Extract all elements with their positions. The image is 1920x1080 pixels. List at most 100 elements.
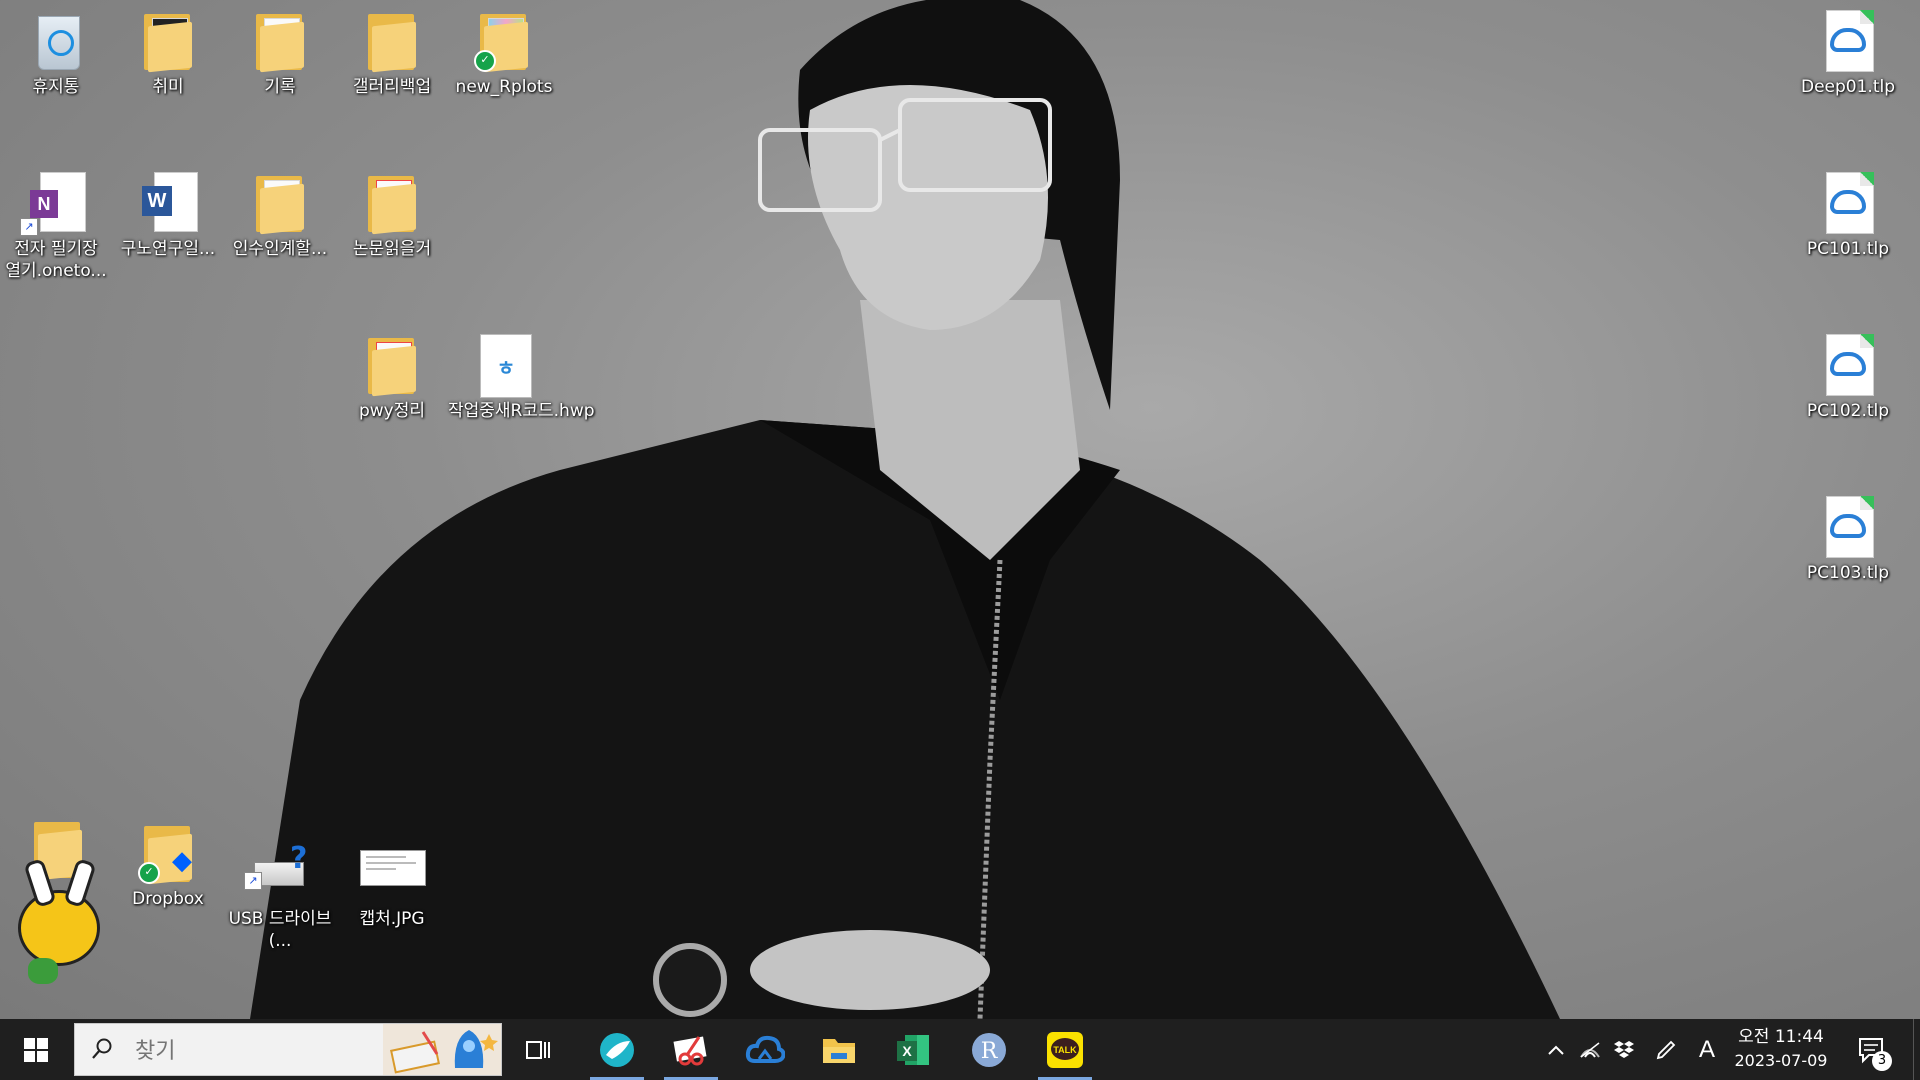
icon-label: 인수인계할... [232, 239, 328, 259]
show-desktop-button[interactable] [1913, 1019, 1920, 1080]
icon-label: PC101.tlp [1806, 239, 1890, 259]
desktop-icon-word-doc[interactable]: W 구노연구일... [116, 170, 220, 260]
dropbox-folder-icon: ◆ ✓ [136, 820, 200, 885]
folder-icon [360, 170, 424, 235]
icon-label: 취미 [152, 77, 184, 97]
search-icon [92, 1038, 112, 1059]
tlp-file-icon [1816, 494, 1880, 558]
ime-label: A [1698, 1035, 1715, 1063]
sync-check-icon: ✓ [138, 862, 160, 884]
desktop-icon-onenote-shortcut[interactable]: N ↗ 전자 필기장 열기.oneto... [4, 170, 108, 282]
recycle-bin-icon [24, 8, 88, 72]
desktop-icon-recycle-bin[interactable]: 휴지통 [4, 8, 108, 98]
tlp-file-icon [1816, 332, 1880, 396]
taskbar-app-excel[interactable]: X [882, 1019, 944, 1080]
show-hidden-icons-button[interactable] [1542, 1019, 1570, 1080]
desktop-icon-dropbox[interactable]: ◆ ✓ Dropbox [116, 820, 220, 910]
windows-logo-icon [24, 1037, 48, 1062]
desktop-icon-tlp-pc102[interactable]: PC102.tlp [1796, 332, 1900, 422]
action-center-button[interactable]: 3 [1852, 1019, 1892, 1080]
icon-label: Deep01.tlp [1800, 77, 1895, 97]
taskbar-app-bird[interactable] [586, 1019, 648, 1080]
desktop-icon-kakao-character[interactable] [4, 820, 108, 990]
image-file-icon [360, 840, 426, 904]
file-explorer-icon [823, 1038, 855, 1063]
shortcut-arrow-icon: ↗ [20, 218, 38, 236]
clock-time: 오전 11:44 [1738, 1027, 1824, 1047]
chevron-up-icon [1548, 1045, 1564, 1055]
icon-label: 논문읽을거 [352, 239, 432, 259]
icon-label: 갤러리백업 [352, 77, 432, 97]
wifi-icon [1580, 1041, 1600, 1058]
folder-icon [360, 8, 424, 73]
desktop-icon-folder-paper-reading[interactable]: 논문읽을거 [340, 170, 444, 260]
dropbox-tray-button[interactable] [1610, 1019, 1638, 1080]
word-doc-icon: W [136, 170, 200, 234]
usb-drive-icon: ? ↗ [244, 840, 312, 904]
folder-icon [360, 332, 424, 397]
taskbar-app-snipping[interactable] [660, 1019, 722, 1080]
folder-icon [136, 8, 200, 73]
pen-icon [1656, 1040, 1676, 1059]
desktop-icon-folder-pwy[interactable]: pwy정리 [340, 332, 444, 422]
folder-icon [248, 170, 312, 235]
shortcut-arrow-icon: ↗ [244, 872, 262, 890]
clock-date: 2023-07-09 [1734, 1051, 1828, 1070]
ime-language-button[interactable]: A [1692, 1019, 1722, 1080]
taskbar-app-r[interactable]: R [958, 1019, 1020, 1080]
taskbar-app-cloud[interactable] [734, 1019, 796, 1080]
desktop-icon-usb-drive[interactable]: ? ↗ USB 드라이브 (... [228, 840, 332, 952]
icon-label: 휴지통 [32, 77, 80, 97]
desktop-icon-folder-handover[interactable]: 인수인계할... [228, 170, 332, 260]
tlp-file-icon [1816, 8, 1880, 72]
desktop-icon-folder-hobby[interactable]: 취미 [116, 8, 220, 98]
taskbar-app-explorer[interactable] [808, 1019, 870, 1080]
desktop-icon-folder-gallery-backup[interactable]: 갤러리백업 [340, 8, 444, 98]
taskbar-clock[interactable]: 오전 11:44 2023-07-09 [1726, 1025, 1836, 1073]
onenote-icon: N ↗ [20, 170, 88, 236]
desktop-icon-tlp-pc103[interactable]: PC103.tlp [1796, 494, 1900, 584]
desktop-icon-tlp-pc101[interactable]: PC101.tlp [1796, 170, 1900, 260]
desktop-icon-hwp-doc[interactable]: ㅎ 작업중새R코드.hwp [448, 332, 595, 422]
icon-label: 구노연구일... [120, 239, 216, 259]
desktop-icon-folder-record[interactable]: 기록 [228, 8, 332, 98]
task-view-button[interactable] [508, 1019, 570, 1080]
icon-label: new_Rplots [455, 77, 553, 97]
icon-label: PC103.tlp [1806, 563, 1890, 583]
icon-label: PC102.tlp [1806, 401, 1890, 421]
hwp-doc-icon: ㅎ [472, 332, 536, 398]
taskbar-app-kakaotalk[interactable]: TALK [1034, 1019, 1096, 1080]
desktop[interactable]: 휴지통 취미 기록 갤러리백업 ✓ new_Rplots N ↗ 전자 필기장 [0, 0, 1920, 1019]
svg-text:X: X [902, 1043, 912, 1059]
icon-label: 캡처.JPG [359, 909, 425, 929]
icon-label: 기록 [264, 77, 296, 97]
pen-ink-button[interactable] [1652, 1019, 1680, 1080]
kakaotalk-icon: TALK [1047, 1031, 1083, 1068]
notification-count-badge: 3 [1872, 1051, 1892, 1071]
icon-label: Dropbox [132, 889, 204, 909]
cloud-app-icon [745, 1035, 785, 1063]
desktop-icon-tlp-deep01[interactable]: Deep01.tlp [1796, 8, 1900, 98]
snipping-tool-icon [673, 1035, 707, 1065]
sync-check-icon: ✓ [474, 50, 496, 72]
taskbar: X R TALK [0, 1019, 1920, 1080]
desktop-icon-capture-image[interactable]: 캡처.JPG [340, 840, 444, 930]
dropbox-icon [1614, 1040, 1634, 1058]
r-app-icon: R [972, 1032, 1006, 1067]
desktop-icon-folder-new-rplots[interactable]: ✓ new_Rplots [452, 8, 556, 98]
icon-label: 작업중새R코드.hwp [448, 401, 595, 421]
start-button[interactable] [0, 1019, 72, 1080]
blue-bird-app-icon [600, 1032, 634, 1067]
network-status-button[interactable] [1576, 1019, 1604, 1080]
tlp-file-icon [1816, 170, 1880, 234]
svg-text:TALK: TALK [1053, 1045, 1077, 1055]
search-highlight-illustration [383, 1024, 501, 1075]
taskbar-search-box[interactable] [74, 1023, 502, 1076]
icon-label: USB 드라이브 (... [228, 909, 332, 951]
svg-text:R: R [981, 1039, 999, 1064]
icon-label: 전자 필기장 열기.oneto... [5, 239, 107, 281]
folder-icon: ✓ [472, 8, 536, 73]
kakao-character-icon [8, 820, 104, 990]
task-view-icon [526, 1040, 550, 1059]
icon-label: pwy정리 [358, 401, 426, 421]
